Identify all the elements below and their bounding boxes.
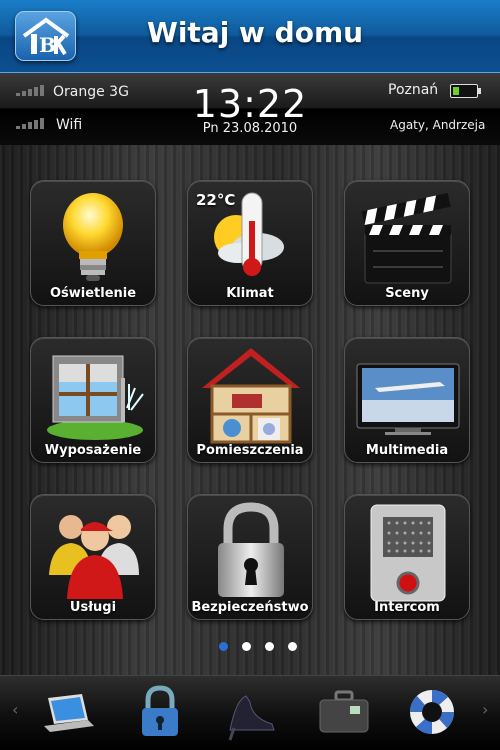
network-label: Wifi	[56, 117, 83, 133]
tile-rooms[interactable]: Pomieszczenia	[187, 337, 313, 463]
tile-label: Bezpieczeństwo	[191, 600, 309, 615]
city-label: Poznań	[388, 82, 439, 98]
clock: 13:22	[192, 82, 308, 126]
tile-label: Sceny	[385, 286, 429, 301]
tile-multimedia[interactable]: Multimedia	[344, 337, 470, 463]
wifi-strength-icon	[16, 118, 44, 129]
page-title: Witaj w domu	[146, 16, 364, 49]
dock-laptop[interactable]	[38, 684, 98, 742]
date-label: Pn 23.08.2010	[202, 121, 298, 136]
chevron-right-icon[interactable]: ›	[482, 700, 488, 719]
tile-intercom[interactable]: Intercom	[344, 494, 470, 620]
tile-climate[interactable]: 22°C Klimat	[187, 180, 313, 306]
dock-high-heel[interactable]	[222, 684, 282, 742]
page-indicator	[219, 642, 297, 651]
signal-strength-icon	[16, 85, 44, 96]
tile-label: Pomieszczenia	[196, 443, 304, 458]
app-header: B Witaj w domu	[0, 0, 500, 73]
tile-scenes[interactable]: Sceny	[344, 180, 470, 306]
lifebuoy-icon	[410, 690, 454, 734]
street-label: Agaty, Andrzeja	[390, 118, 486, 132]
suitcase-icon	[319, 690, 369, 733]
page-dot[interactable]	[242, 642, 251, 651]
tile-label: Usługi	[69, 600, 117, 615]
dock-padlock[interactable]	[130, 684, 190, 742]
carrier-label: Orange 3G	[53, 84, 129, 100]
tile-label: Multimedia	[365, 443, 449, 458]
house-logo-icon[interactable]: B	[15, 11, 76, 61]
svg-text:B: B	[39, 33, 56, 57]
chevron-left-icon[interactable]: ‹	[12, 700, 18, 719]
tile-label: Oświetlenie	[49, 286, 137, 301]
tile-label: Klimat	[226, 286, 274, 301]
tile-lighting[interactable]: Oświetlenie	[30, 180, 156, 306]
high-heel-icon	[228, 695, 275, 741]
battery-fill	[453, 87, 459, 95]
tile-equipment[interactable]: Wyposażenie	[30, 337, 156, 463]
dock-suitcase[interactable]	[314, 684, 374, 742]
page-dot[interactable]	[219, 642, 228, 651]
tile-label: Intercom	[374, 600, 440, 615]
laptop-icon	[44, 694, 94, 732]
temperature-label: 22°C	[196, 191, 236, 209]
dock-lifebuoy[interactable]	[404, 684, 464, 742]
tile-label: Wyposażenie	[44, 443, 142, 458]
battery-icon	[450, 84, 481, 98]
tile-security[interactable]: Bezpieczeństwo	[187, 494, 313, 620]
padlock-icon	[142, 685, 178, 736]
page-dot[interactable]	[265, 642, 274, 651]
page-dot[interactable]	[288, 642, 297, 651]
tile-services[interactable]: Usługi	[30, 494, 156, 620]
